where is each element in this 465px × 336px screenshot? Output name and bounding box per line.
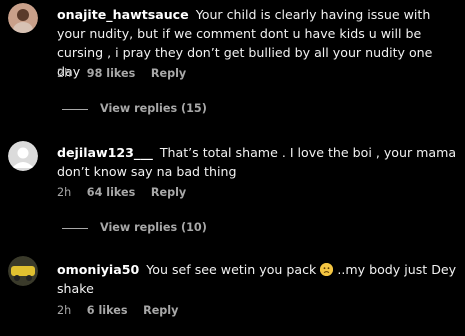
sad-face-emoji-icon xyxy=(320,263,334,276)
comment-username[interactable]: dejilaw123___ xyxy=(57,145,153,160)
view-replies-button[interactable]: View replies (15) xyxy=(62,102,207,115)
comment-text: dejilaw123___ That’s total shame . I lov… xyxy=(57,143,459,181)
view-replies-button[interactable]: View replies (10) xyxy=(62,221,207,234)
avatar[interactable] xyxy=(8,141,38,171)
comment-likes[interactable]: 6 likes xyxy=(87,304,128,317)
comment-username[interactable]: onajite_hawtsauce xyxy=(57,7,189,22)
comment-time: 2h xyxy=(57,186,72,199)
reply-button[interactable]: Reply xyxy=(151,67,186,80)
comment-text: omoniyia50 You sef see wetin you pack ..… xyxy=(57,260,459,298)
replies-divider-line xyxy=(62,227,88,229)
avatar[interactable] xyxy=(8,256,38,286)
reply-button[interactable]: Reply xyxy=(143,304,178,317)
view-replies-label: View replies (10) xyxy=(100,221,207,234)
reply-button[interactable]: Reply xyxy=(151,186,186,199)
comment-content-start: You sef see wetin you pack xyxy=(146,262,317,277)
comment-meta: 2h 64 likes Reply xyxy=(57,186,198,199)
view-replies-label: View replies (15) xyxy=(100,102,207,115)
comment-username[interactable]: omoniyia50 xyxy=(57,262,139,277)
replies-divider-line xyxy=(62,108,88,110)
comment-likes[interactable]: 64 likes xyxy=(87,186,136,199)
comment-meta: 2h 6 likes Reply xyxy=(57,304,190,317)
comment-meta: 2h 98 likes Reply xyxy=(57,67,198,80)
comment-time: 2h xyxy=(57,304,72,317)
avatar[interactable] xyxy=(8,3,38,33)
comment-likes[interactable]: 98 likes xyxy=(87,67,136,80)
comment-time: 2h xyxy=(57,67,72,80)
